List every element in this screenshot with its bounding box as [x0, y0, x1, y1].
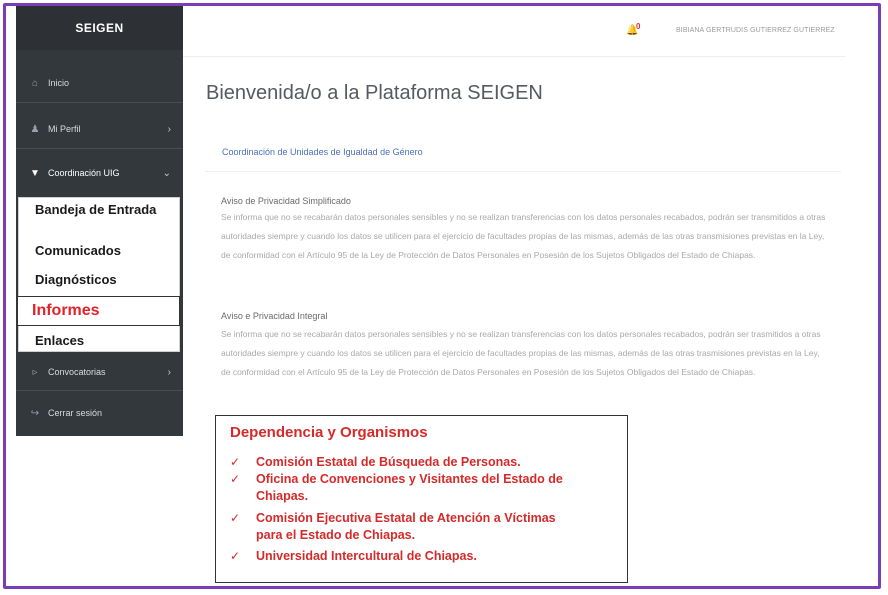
sidebar-item-label: Mi Perfil	[48, 124, 81, 134]
sidebar-item-convocatorias[interactable]: ▹ Convocatorias ›	[16, 357, 183, 387]
sidebar-item-mi-perfil[interactable]: ♟ Mi Perfil ›	[16, 114, 183, 144]
org-item: ✓ Comisión Estatal de Búsqueda de Person…	[230, 454, 616, 471]
submenu-item-enlaces[interactable]: Enlaces	[35, 334, 84, 348]
org-item: ✓ Universidad Intercultural de Chiapas.	[230, 548, 616, 565]
divider	[16, 102, 183, 103]
sidebar-item-label: Convocatorias	[48, 367, 106, 377]
divider	[16, 390, 183, 391]
sidebar-item-inicio[interactable]: ⌂ Inicio	[16, 68, 183, 98]
sidebar-item-cerrar-sesion[interactable]: ↪ Cerrar sesión	[16, 398, 183, 428]
check-icon: ✓	[230, 472, 241, 486]
user-name[interactable]: BIBIANA GERTRUDIS GUTIERREZ GUTIERREZ	[676, 27, 835, 34]
organisms-callout: Dependencia y Organismos ✓ Comisión Esta…	[215, 415, 628, 583]
chevron-down-icon: ⌄	[162, 167, 171, 179]
submenu-item-label: Informes	[32, 302, 100, 319]
sidebar-item-label: Coordinación UIG	[48, 168, 120, 178]
org-label: Oficina de Convenciones y Visitantes del…	[256, 472, 563, 503]
submenu-item-bandeja[interactable]: Bandeja de Entrada	[35, 203, 156, 217]
submenu-item-informes[interactable]: Informes	[17, 296, 180, 326]
page-title: Bienvenida/o a la Plataforma SEIGEN	[206, 82, 543, 104]
check-icon: ✓	[230, 549, 241, 563]
notification-badge: 0	[636, 22, 641, 31]
divider	[205, 171, 841, 172]
privacy-simple-text: Se informa que no se recabarán datos per…	[221, 212, 826, 260]
sitemap-icon: ▼	[30, 167, 40, 179]
divider	[16, 148, 183, 149]
check-icon: ✓	[230, 511, 241, 525]
coordination-heading: Coordinación de Unidades de Igualdad de …	[222, 147, 423, 157]
check-icon: ✓	[230, 455, 241, 469]
submenu-item-comunicados[interactable]: Comunicados	[35, 244, 121, 258]
user-icon: ♟	[30, 123, 40, 135]
chevron-right-icon: ›	[167, 366, 171, 378]
org-label: Universidad Intercultural de Chiapas.	[256, 549, 477, 563]
org-item: ✓ Oficina de Convenciones y Visitantes d…	[230, 471, 586, 505]
brand-logo[interactable]: SEIGEN	[16, 6, 183, 50]
megaphone-icon: ▹	[32, 366, 38, 378]
org-item: ✓ Comisión Ejecutiva Estatal de Atención…	[230, 510, 576, 544]
privacy-full-text: Se informa que no se recabarán datos per…	[221, 329, 821, 377]
submenu-item-diagnosticos[interactable]: Diagnósticos	[35, 273, 117, 287]
callout-title: Dependencia y Organismos	[230, 424, 428, 441]
submenu-coordinacion: Bandeja de Entrada Comunicados Diagnósti…	[18, 197, 180, 352]
main-content: Coordinación de Unidades de Igualdad de …	[205, 128, 845, 418]
privacy-simple-title: Aviso de Privacidad Simplificado	[221, 196, 351, 206]
sidebar-item-label: Cerrar sesión	[48, 408, 103, 418]
sidebar-item-coordinacion-uig[interactable]: ▼ Coordinación UIG ⌄	[16, 158, 183, 188]
logout-icon: ↪	[30, 407, 40, 419]
home-icon: ⌂	[31, 77, 39, 89]
chevron-right-icon: ›	[167, 123, 171, 135]
sidebar-item-label: Inicio	[48, 78, 70, 88]
privacy-full-title: Aviso e Privacidad Integral	[221, 311, 328, 321]
org-label: Comisión Estatal de Búsqueda de Personas…	[256, 455, 521, 469]
org-label: Comisión Ejecutiva Estatal de Atención a…	[256, 511, 556, 542]
